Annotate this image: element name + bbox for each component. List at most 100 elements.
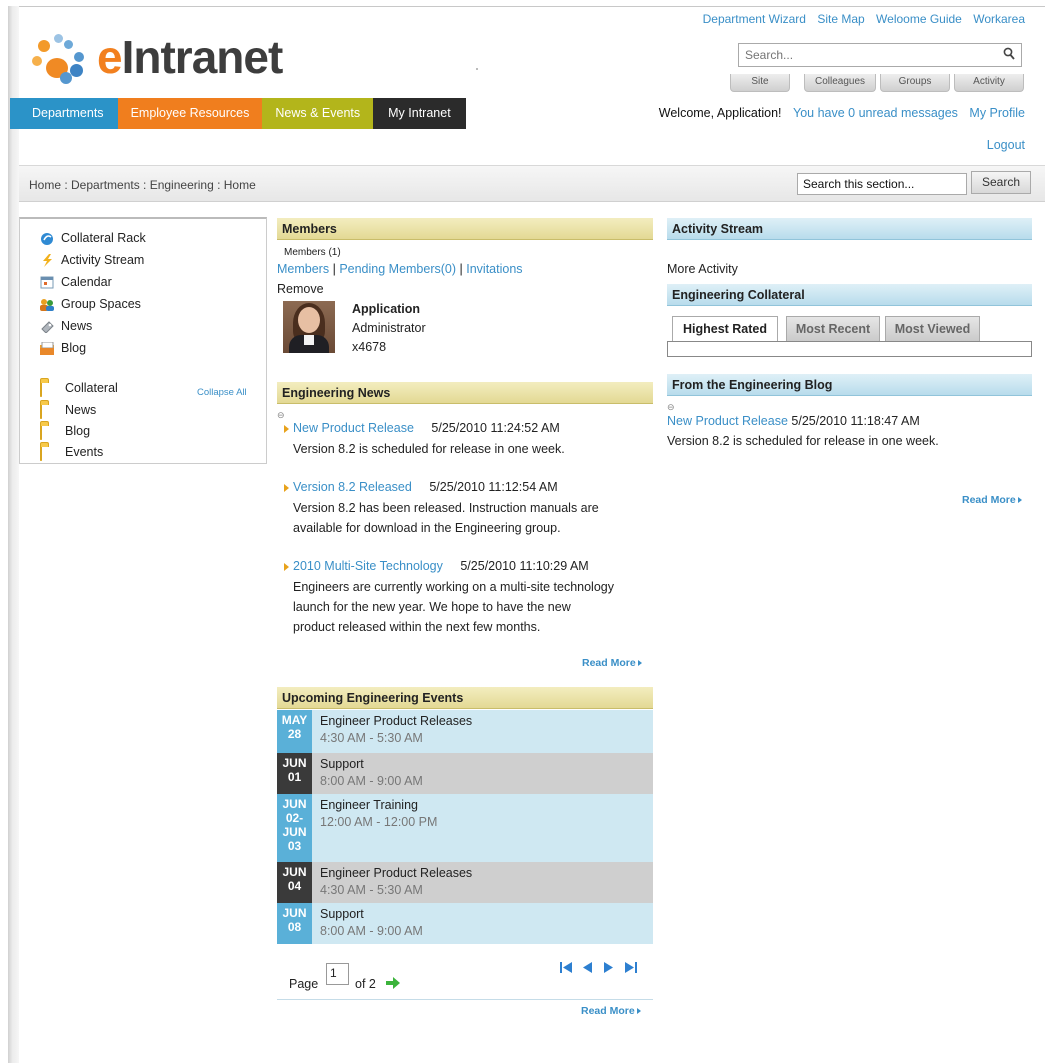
event-row[interactable]: JUN 08 Support 8:00 AM - 9:00 AM — [277, 903, 653, 944]
more-activity-link[interactable]: More Activity — [667, 262, 738, 276]
sidebar-item-collateral-rack[interactable]: Collateral Rack — [40, 231, 146, 245]
brand-logo[interactable]: eIntranet — [30, 26, 340, 84]
breadcrumb[interactable]: Home : Departments : Engineering : Home — [29, 178, 256, 192]
sidebar-item-activity-stream[interactable]: Activity Stream — [40, 253, 144, 267]
next-page-icon[interactable] — [604, 962, 616, 973]
folder-news[interactable]: News — [40, 403, 97, 419]
site-map-link[interactable]: Site Map — [817, 12, 864, 26]
sidebar-item-calendar[interactable]: Calendar — [40, 275, 112, 289]
engineering-collateral-header: Engineering Collateral — [667, 284, 1032, 306]
search-icon[interactable] — [1003, 47, 1015, 63]
event-date: JUN 08 — [277, 903, 312, 944]
member-name-link[interactable]: Application — [352, 302, 420, 316]
members-count: Members (1) — [284, 247, 341, 258]
folder-label: Collateral — [65, 381, 118, 395]
news-read-more-link[interactable]: Read More — [582, 657, 642, 669]
page-number-input[interactable]: 1 — [326, 963, 349, 985]
folder-label: News — [65, 403, 97, 417]
department-wizard-link[interactable]: Department Wizard — [703, 12, 806, 26]
member-role: Administrator — [352, 321, 426, 335]
scope-tab-colleagues[interactable]: Colleagues — [804, 74, 876, 92]
members-link[interactable]: Members — [277, 262, 329, 276]
event-time: 8:00 AM - 9:00 AM — [320, 924, 423, 938]
link-separator: | — [332, 262, 336, 276]
logo-dot-icon — [74, 52, 84, 62]
decor-dot — [476, 68, 478, 70]
collapse-all-link[interactable]: Collapse All — [197, 387, 247, 398]
nav-tab-my-intranet[interactable]: My Intranet — [373, 98, 466, 129]
event-date: JUN 01 — [277, 753, 312, 794]
scope-tab-groups[interactable]: Groups — [880, 74, 950, 92]
sidebar-item-blog[interactable]: Blog — [40, 341, 86, 355]
event-row[interactable]: JUN 04 Engineer Product Releases 4:30 AM … — [277, 862, 653, 903]
my-profile-link[interactable]: My Profile — [969, 106, 1025, 120]
pager-of: of 2 — [355, 977, 376, 991]
event-row[interactable]: JUN 01 Support 8:00 AM - 9:00 AM — [277, 753, 653, 794]
tab-most-recent[interactable]: Most Recent — [786, 316, 880, 342]
left-scroll-edge — [8, 6, 19, 1063]
nav-tab-departments[interactable]: Departments — [10, 98, 118, 129]
arrow-right-icon — [637, 660, 642, 667]
sidebar-item-label: Group Spaces — [61, 297, 141, 311]
page-top-border — [10, 6, 1045, 7]
pager-label: Page — [289, 977, 319, 991]
pending-members-link[interactable]: Pending Members(0) — [339, 262, 456, 276]
folder-label: Events — [65, 445, 104, 459]
workarea-link[interactable]: Workarea — [973, 12, 1025, 26]
members-header: Members — [277, 218, 653, 240]
welcome-text: Welcome, Application! — [658, 106, 782, 120]
unread-messages-link[interactable]: You have 0 unread messages — [793, 106, 958, 120]
welcome-guide-link[interactable]: Weloome Guide — [876, 12, 962, 26]
blog-date: 5/25/2010 11:18:47 AM — [791, 414, 920, 428]
event-date: JUN 04 — [277, 862, 312, 903]
go-arrow-icon[interactable] — [386, 977, 400, 992]
logo-dot-icon — [32, 56, 42, 66]
news-body-line: Engineers are currently working on a mul… — [293, 580, 614, 594]
news-title-link[interactable]: New Product Release — [293, 421, 414, 435]
tab-highest-rated[interactable]: Highest Rated — [672, 316, 778, 342]
section-search-button[interactable]: Search — [971, 171, 1031, 194]
link-separator: | — [459, 262, 463, 276]
scope-tab-site[interactable]: Site — [730, 74, 790, 92]
logo-dot-icon — [54, 34, 63, 43]
news-title-link[interactable]: Version 8.2 Released — [293, 480, 412, 494]
tab-most-viewed[interactable]: Most Viewed — [885, 316, 980, 342]
calendar-icon — [40, 276, 54, 289]
sidebar-item-label: Blog — [61, 341, 87, 355]
utility-links: Department Wizard Site Map Weloome Guide… — [695, 12, 1025, 26]
brand-name: eIntranet — [97, 31, 283, 83]
rss-icon[interactable]: ⊖ — [667, 402, 675, 413]
nav-tab-employee-resources[interactable]: Employee Resources — [117, 98, 263, 129]
global-search-input[interactable] — [739, 44, 994, 66]
event-title: Support — [320, 757, 364, 771]
logout-link[interactable]: Logout — [987, 138, 1025, 152]
last-page-icon[interactable] — [625, 962, 637, 973]
section-search-input[interactable]: Search this section... — [797, 173, 967, 195]
activity-stream-header: Activity Stream — [667, 218, 1032, 240]
avatar[interactable] — [283, 301, 335, 353]
invitations-link[interactable]: Invitations — [466, 262, 522, 276]
news-body: Version 8.2 has been released. Instructi… — [293, 498, 599, 538]
event-row[interactable]: MAY 28 Engineer Product Releases 4:30 AM … — [277, 710, 653, 753]
blog-read-more-link[interactable]: Read More — [962, 494, 1022, 506]
sidebar-item-label: Calendar — [61, 275, 112, 289]
event-title: Engineer Product Releases — [320, 714, 473, 728]
event-time: 4:30 AM - 5:30 AM — [320, 883, 423, 897]
events-read-more-link[interactable]: Read More — [581, 1005, 641, 1017]
folder-collateral[interactable]: Collateral — [40, 381, 118, 397]
folder-blog[interactable]: Blog — [40, 424, 90, 440]
previous-page-icon[interactable] — [583, 962, 595, 973]
event-date: JUN 02- JUN 03 — [277, 794, 312, 862]
nav-tab-news-events[interactable]: News & Events — [262, 98, 374, 129]
scope-tab-activity[interactable]: Activity — [954, 74, 1024, 92]
sidebar-item-news[interactable]: News — [40, 319, 92, 334]
blog-title-link[interactable]: New Product Release — [667, 414, 788, 428]
welcome-bar: Welcome, Application! You have 0 unread … — [659, 106, 1025, 120]
rss-icon[interactable]: ⊖ — [277, 410, 285, 421]
event-row[interactable]: JUN 02- JUN 03 Engineer Training 12:00 AM -… — [277, 794, 653, 862]
remove-link[interactable]: Remove — [277, 282, 324, 296]
folder-events[interactable]: Events — [40, 445, 104, 461]
sidebar-item-group-spaces[interactable]: Group Spaces — [40, 297, 141, 311]
news-title-link[interactable]: 2010 Multi-Site Technology — [293, 559, 443, 573]
first-page-icon[interactable] — [560, 962, 572, 973]
